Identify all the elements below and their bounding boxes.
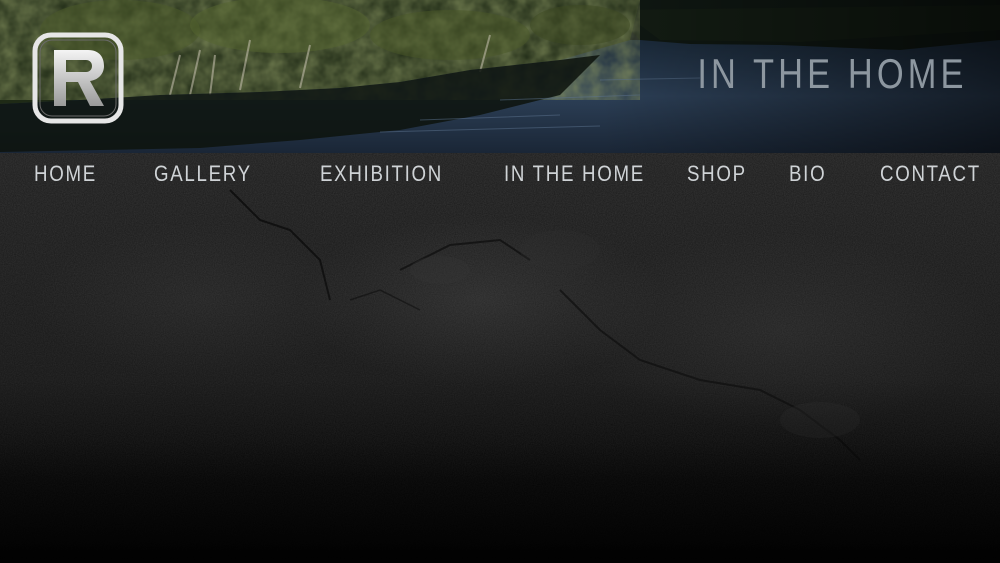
main-navigation: HOME GALLERY EXHIBITION IN THE HOME SHOP… [0,153,1000,195]
header-banner: IN THE HOME [0,0,1000,153]
r-logo-icon [32,32,124,124]
page-title: IN THE HOME [697,50,968,97]
nav-item-exhibition[interactable]: EXHIBITION [320,161,443,187]
nav-item-gallery[interactable]: GALLERY [154,161,252,187]
nav-item-shop[interactable]: SHOP [687,161,747,187]
site-logo[interactable] [32,32,124,124]
nav-item-in-the-home[interactable]: IN THE HOME [504,161,645,187]
nav-item-contact[interactable]: CONTACT [880,161,981,187]
nav-item-bio[interactable]: BIO [789,161,826,187]
nav-item-home[interactable]: HOME [34,161,97,187]
page: IN THE HOME HOME GALLERY EXHIBITION IN T… [0,0,1000,563]
concrete-texture-background [0,150,1000,563]
